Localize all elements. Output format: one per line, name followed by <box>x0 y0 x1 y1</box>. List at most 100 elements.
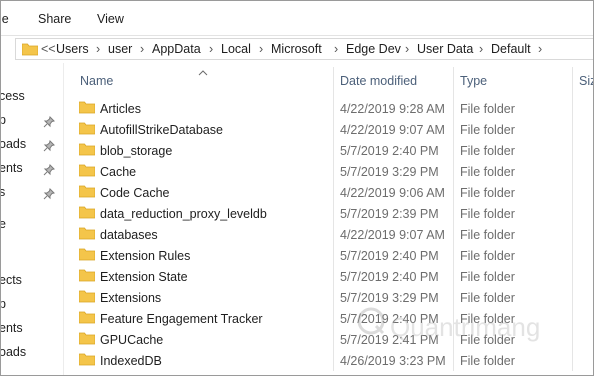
folder-icon <box>78 227 96 243</box>
nav-item-downloads[interactable]: oads <box>1 137 26 151</box>
list-item[interactable]: Code Cache 4/22/2019 9:06 AM File folder <box>63 182 593 203</box>
nav-item-documents[interactable]: ents <box>1 161 23 175</box>
breadcrumb-separator-icon[interactable]: › <box>538 42 542 56</box>
item-date: 4/22/2019 9:07 AM <box>340 228 445 242</box>
folder-icon <box>78 248 96 264</box>
folder-icon <box>78 101 96 117</box>
list-item[interactable]: Cache 5/7/2019 3:29 PM File folder <box>63 161 593 182</box>
item-name: GPUCache <box>100 333 164 347</box>
tab-share[interactable]: Share <box>38 12 71 26</box>
nav-item-objects[interactable]: ects <box>1 273 22 287</box>
breadcrumb-separator-icon[interactable]: › <box>140 42 144 56</box>
list-item[interactable]: Extension State 5/7/2019 2:40 PM File fo… <box>63 266 593 287</box>
item-name: Cache <box>100 165 137 179</box>
watermark-text: Quantrimang <box>390 312 541 342</box>
breadcrumb-microsoft[interactable]: Microsoft <box>271 42 322 56</box>
sort-ascending-icon <box>198 65 208 79</box>
folder-icon <box>78 164 96 180</box>
list-item[interactable]: Articles 4/22/2019 9:28 AM File folder <box>63 98 593 119</box>
nav-item-documents-2[interactable]: ents <box>1 321 23 335</box>
item-date: 5/7/2019 2:40 PM <box>340 144 439 158</box>
item-type: File folder <box>460 207 515 221</box>
item-name: Articles <box>100 102 141 116</box>
overflow-chevron[interactable]: << <box>41 42 56 56</box>
item-name: databases <box>100 228 158 242</box>
item-date: 4/22/2019 9:07 AM <box>340 123 445 137</box>
breadcrumb-separator-icon[interactable]: › <box>479 42 483 56</box>
list-item[interactable]: databases 4/22/2019 9:07 AM File folder <box>63 224 593 245</box>
breadcrumb-user[interactable]: user <box>108 42 132 56</box>
breadcrumb-separator-icon[interactable]: › <box>405 42 409 56</box>
item-type: File folder <box>460 165 515 179</box>
item-name: Extension State <box>100 270 188 284</box>
item-type: File folder <box>460 186 515 200</box>
watermark: Quantrimang <box>356 306 540 342</box>
nav-item-desktop-2[interactable]: p <box>1 297 6 311</box>
nav-item-desktop[interactable]: p <box>1 113 6 127</box>
nav-item-quick-access[interactable]: cess <box>1 89 25 103</box>
item-date: 5/7/2019 2:39 PM <box>340 207 439 221</box>
list-item[interactable]: blob_storage 5/7/2019 2:40 PM File folde… <box>63 140 593 161</box>
item-name: Feature Engagement Tracker <box>100 312 263 326</box>
nav-item-folder[interactable]: e <box>1 217 6 231</box>
tab-file[interactable]: le <box>1 12 9 26</box>
item-type: File folder <box>460 354 515 368</box>
list-item[interactable]: IndexedDB 4/26/2019 3:23 PM File folder <box>63 350 593 371</box>
pin-icon <box>43 188 55 200</box>
breadcrumb-separator-icon[interactable]: › <box>259 42 263 56</box>
pin-icon <box>43 116 55 128</box>
folder-icon <box>78 332 96 348</box>
breadcrumb-local[interactable]: Local <box>221 42 251 56</box>
item-name: Extensions <box>100 291 162 305</box>
item-type: File folder <box>460 291 515 305</box>
item-type: File folder <box>460 270 515 284</box>
list-item[interactable]: AutofillStrikeDatabase 4/22/2019 9:07 AM… <box>63 119 593 140</box>
item-type: File folder <box>460 144 515 158</box>
breadcrumb-user-data[interactable]: User Data <box>417 42 473 56</box>
folder-icon <box>21 43 39 59</box>
address-bar[interactable]: << Users › user › AppData › Local › Micr… <box>15 38 593 60</box>
pin-icon <box>43 164 55 176</box>
list-item[interactable]: data_reduction_proxy_leveldb 5/7/2019 2:… <box>63 203 593 224</box>
item-name: Code Cache <box>100 186 170 200</box>
item-type: File folder <box>460 102 515 116</box>
folder-icon <box>78 122 96 138</box>
folder-icon <box>78 353 96 369</box>
pin-icon <box>43 140 55 152</box>
folder-icon <box>78 185 96 201</box>
item-date: 4/22/2019 9:28 AM <box>340 102 445 116</box>
item-date: 5/7/2019 3:29 PM <box>340 291 439 305</box>
folder-icon <box>78 290 96 306</box>
item-type: File folder <box>460 228 515 242</box>
breadcrumb-edge-dev[interactable]: Edge Dev <box>346 42 401 56</box>
item-date: 4/22/2019 9:06 AM <box>340 186 445 200</box>
list-item[interactable]: Extensions 5/7/2019 3:29 PM File folder <box>63 287 593 308</box>
item-name: Extension Rules <box>100 249 191 263</box>
list-item[interactable]: Extension Rules 5/7/2019 2:40 PM File fo… <box>63 245 593 266</box>
item-type: File folder <box>460 249 515 263</box>
item-date: 5/7/2019 3:29 PM <box>340 165 439 179</box>
breadcrumb-default[interactable]: Default <box>491 42 531 56</box>
folder-icon <box>78 311 96 327</box>
breadcrumb-separator-icon[interactable]: › <box>209 42 213 56</box>
breadcrumb-separator-icon[interactable]: › <box>96 42 100 56</box>
folder-icon <box>78 269 96 285</box>
item-name: AutofillStrikeDatabase <box>100 123 223 137</box>
file-explorer-window: le Share View << Users › user › AppData … <box>0 0 594 376</box>
nav-item-downloads-2[interactable]: oads <box>1 345 26 359</box>
folder-icon <box>78 206 96 222</box>
item-name: data_reduction_proxy_leveldb <box>100 207 267 221</box>
tab-view[interactable]: View <box>97 12 124 26</box>
item-date: 5/7/2019 2:40 PM <box>340 270 439 284</box>
navigation-pane: cess p oads ents s e ects p ents oads <box>1 63 64 375</box>
item-date: 4/26/2019 3:23 PM <box>340 354 446 368</box>
item-type: File folder <box>460 123 515 137</box>
nav-item-pictures[interactable]: s <box>1 185 5 199</box>
folder-icon <box>78 143 96 159</box>
ribbon-tabs: le Share View <box>1 1 593 36</box>
breadcrumb-users[interactable]: Users <box>56 42 89 56</box>
breadcrumb-separator-icon[interactable]: › <box>334 42 338 56</box>
breadcrumb-appdata[interactable]: AppData <box>152 42 201 56</box>
item-name: blob_storage <box>100 144 173 158</box>
item-name: IndexedDB <box>100 354 162 368</box>
